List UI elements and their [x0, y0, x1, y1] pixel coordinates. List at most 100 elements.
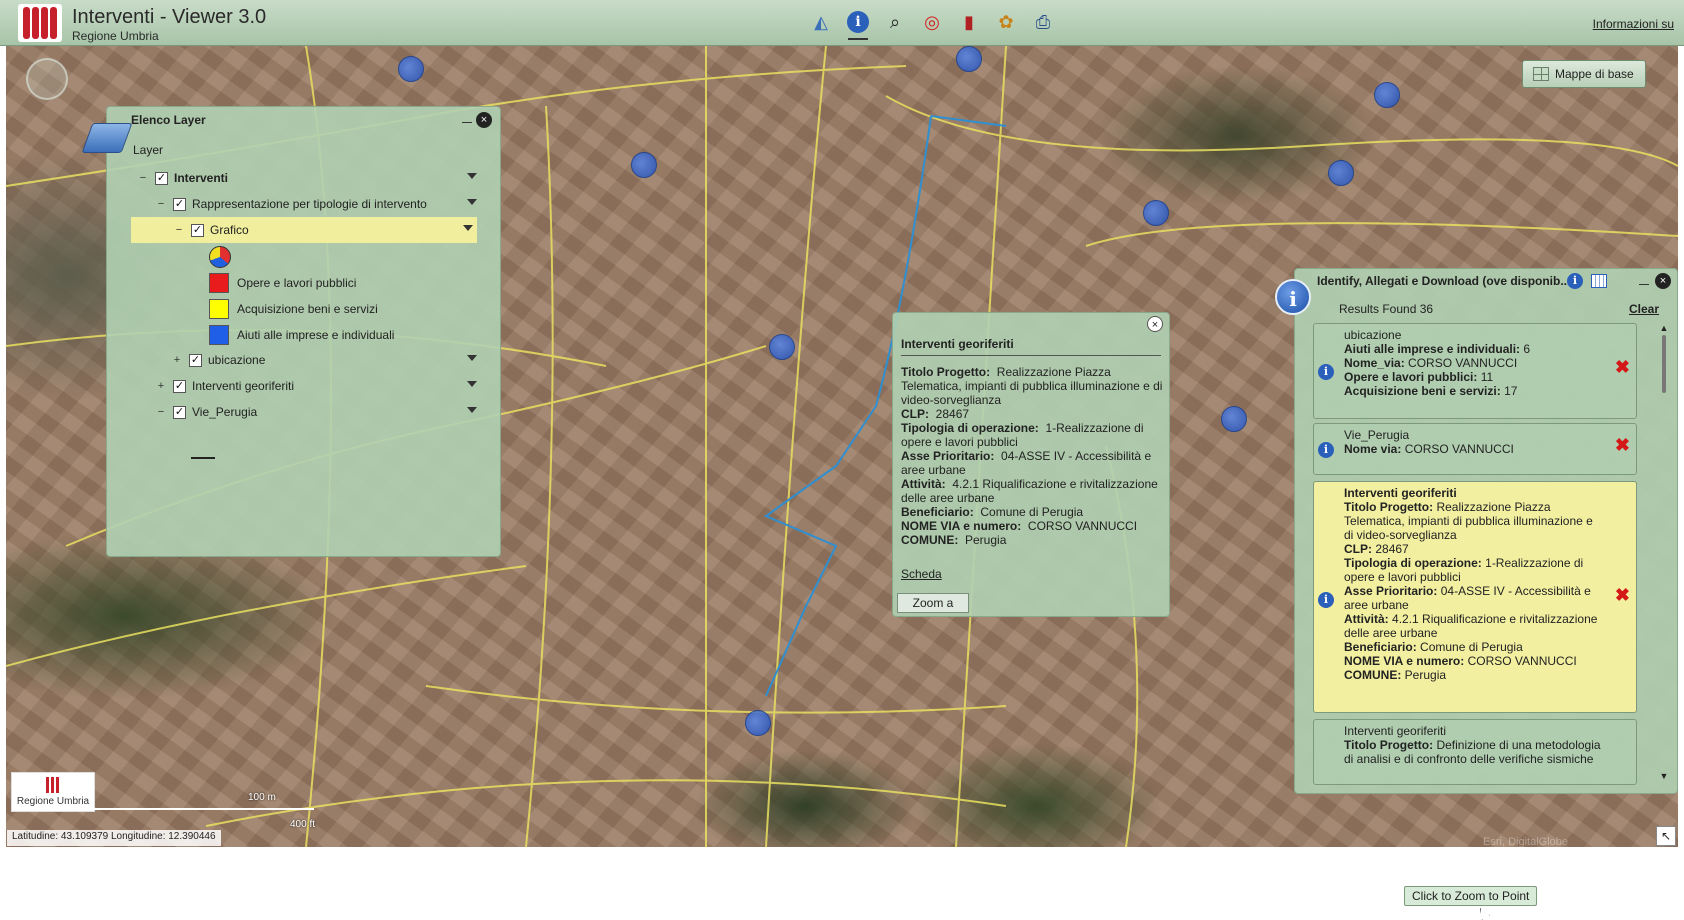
target-tool-button[interactable]: ◎ — [919, 9, 945, 35]
chevron-down-icon[interactable] — [467, 173, 477, 183]
layer-checkbox[interactable]: ✓ — [173, 405, 186, 419]
layer-label: Interventi — [174, 171, 229, 185]
popup-field: Titolo Progetto: Realizzazione Piazza Te… — [901, 365, 1163, 407]
pan-zoom-control[interactable] — [26, 58, 68, 100]
identify-tool-button[interactable]: i — [845, 9, 871, 40]
map-marker[interactable] — [956, 46, 982, 72]
legend-label: Acquisizione beni e servizi — [237, 302, 378, 316]
basemap-grid-icon — [1533, 67, 1549, 81]
coordinate-readout: Latitudine: 43.109379 Longitudine: 12.39… — [7, 830, 221, 846]
palette-icon: ✿ — [998, 11, 1014, 32]
collapse-toggle[interactable]: − — [155, 198, 167, 210]
map-marker[interactable] — [769, 334, 795, 360]
map-marker[interactable] — [398, 56, 424, 82]
remove-result-icon[interactable]: ✖ — [1615, 358, 1630, 376]
remove-result-icon[interactable]: ✖ — [1615, 436, 1630, 454]
chevron-down-icon[interactable] — [467, 407, 477, 417]
map-marker[interactable] — [631, 152, 657, 178]
popup-field: Asse Prioritario: 04-ASSE IV - Accessibi… — [901, 449, 1152, 477]
expand-toggle[interactable]: + — [171, 354, 183, 366]
feature-popup: × Interventi georiferiti Titolo Progetto… — [892, 312, 1170, 617]
help-info-icon[interactable]: i — [1567, 273, 1583, 289]
map-marker[interactable] — [1374, 82, 1400, 108]
minimize-button[interactable] — [1639, 275, 1649, 285]
popup-close-button[interactable]: × — [1147, 316, 1163, 332]
search-tool-button[interactable]: ⌕ — [882, 9, 908, 35]
app-title: Interventi - Viewer 3.0 — [72, 6, 267, 28]
chevron-down-icon[interactable] — [467, 199, 477, 209]
scale-metric: 100 m — [248, 792, 276, 803]
basemap-button[interactable]: Mappe di base — [1522, 60, 1646, 88]
scheda-link[interactable]: Scheda — [901, 567, 942, 581]
about-link[interactable]: Informazioni su — [1593, 17, 1674, 31]
layer-checkbox[interactable]: ✓ — [173, 379, 186, 393]
results-scrollbar[interactable]: ▲ ▼ — [1659, 323, 1669, 781]
layer-row-interventi-georiferiti[interactable]: + ✓ Interventi georiferiti — [155, 373, 477, 399]
main-toolbar: ◭ i ⌕ ◎ ▮ ✿ ⎙ — [808, 9, 1056, 40]
result-content: Interventi georiferiti Titolo Progetto: … — [1344, 486, 1598, 682]
popup-field: CLP: 28467 — [901, 407, 970, 421]
bookmark-tool-button[interactable]: ▮ — [956, 9, 982, 35]
print-tool-button[interactable]: ⎙ — [1030, 9, 1056, 35]
line-symbol — [191, 457, 215, 459]
map-marker[interactable] — [745, 710, 771, 736]
result-info-icon[interactable]: i — [1318, 364, 1334, 380]
legend-swatch-red — [209, 273, 229, 293]
printer-icon: ⎙ — [1035, 11, 1051, 32]
result-content: Interventi georiferiti Titolo Progetto: … — [1344, 724, 1601, 766]
styles-tool-button[interactable]: ✿ — [993, 9, 1019, 35]
collapse-toggle[interactable]: − — [137, 172, 149, 184]
result-card[interactable]: Interventi georiferiti Titolo Progetto: … — [1313, 719, 1637, 785]
result-info-icon[interactable]: i — [1318, 592, 1334, 608]
result-content: ubicazione Aiuti alle imprese e individu… — [1344, 328, 1531, 398]
layer-row-interventi[interactable]: − ✓ Interventi — [137, 165, 477, 191]
chevron-down-icon[interactable] — [467, 381, 477, 391]
layer-row-rappresentazione[interactable]: − ✓ Rappresentazione per tipologie di in… — [155, 191, 477, 217]
layer-label: Interventi georiferiti — [192, 379, 295, 393]
layer-panel-title: Elenco Layer — [131, 113, 206, 127]
result-info-icon[interactable]: i — [1318, 442, 1334, 458]
chevron-down-icon[interactable] — [463, 225, 473, 235]
scale-imperial: 400 ft — [290, 819, 316, 830]
result-card[interactable]: i ubicazione Aiuti alle imprese e indivi… — [1313, 323, 1637, 419]
info-icon: i — [1275, 279, 1311, 315]
close-button[interactable]: × — [476, 112, 492, 128]
expand-arrow-icon[interactable]: ↖ — [1656, 826, 1676, 846]
layer-label: Grafico — [210, 223, 249, 237]
map-marker[interactable] — [1221, 406, 1247, 432]
result-card[interactable]: i Vie_Perugia Nome via: CORSO VANNUCCI ✖ — [1313, 423, 1637, 475]
popup-fields: Titolo Progetto: Realizzazione Piazza Te… — [901, 365, 1163, 547]
app-subtitle: Regione Umbria — [72, 29, 159, 43]
app-header: Interventi - Viewer 3.0 Regione Umbria ◭… — [0, 0, 1684, 46]
minimize-button[interactable] — [462, 113, 472, 123]
chevron-down-icon[interactable] — [467, 355, 477, 365]
result-content: Vie_Perugia Nome via: CORSO VANNUCCI — [1344, 428, 1514, 456]
scroll-thumb[interactable] — [1662, 335, 1666, 393]
result-card-selected[interactable]: i Interventi georiferiti Titolo Progetto… — [1313, 481, 1637, 920]
layer-row-grafico[interactable]: − ✓ Grafico — [131, 217, 477, 243]
layer-checkbox[interactable]: ✓ — [189, 353, 202, 367]
scroll-down-icon[interactable]: ▼ — [1659, 771, 1669, 781]
zoom-to-button[interactable]: Zoom a — [897, 593, 969, 613]
table-icon[interactable] — [1591, 274, 1607, 288]
layer-list-panel: Elenco Layer × Layer − ✓ Interventi − ✓ … — [81, 106, 501, 557]
close-button[interactable]: × — [1655, 273, 1671, 289]
layer-checkbox[interactable]: ✓ — [155, 171, 168, 185]
map-marker[interactable] — [1328, 160, 1354, 186]
expand-toggle[interactable]: + — [155, 380, 167, 392]
identify-title: Identify, Allegati e Download (ove dispo… — [1317, 274, 1571, 288]
target-icon: ◎ — [924, 11, 940, 32]
layers-icon: ◭ — [814, 11, 828, 32]
scroll-up-icon[interactable]: ▲ — [1659, 323, 1669, 333]
map-marker[interactable] — [1143, 200, 1169, 226]
layer-checkbox[interactable]: ✓ — [191, 223, 204, 237]
layers-tool-button[interactable]: ◭ — [808, 9, 834, 35]
layer-row-ubicazione[interactable]: + ✓ ubicazione — [171, 347, 477, 373]
collapse-toggle[interactable]: − — [155, 406, 167, 418]
remove-result-icon[interactable]: ✖ — [1615, 586, 1630, 604]
clear-results-link[interactable]: Clear — [1629, 302, 1659, 316]
layer-row-vie-perugia[interactable]: − ✓ Vie_Perugia — [155, 399, 477, 425]
layer-label: ubicazione — [208, 353, 266, 367]
collapse-toggle[interactable]: − — [173, 224, 185, 236]
layer-checkbox[interactable]: ✓ — [173, 197, 186, 211]
